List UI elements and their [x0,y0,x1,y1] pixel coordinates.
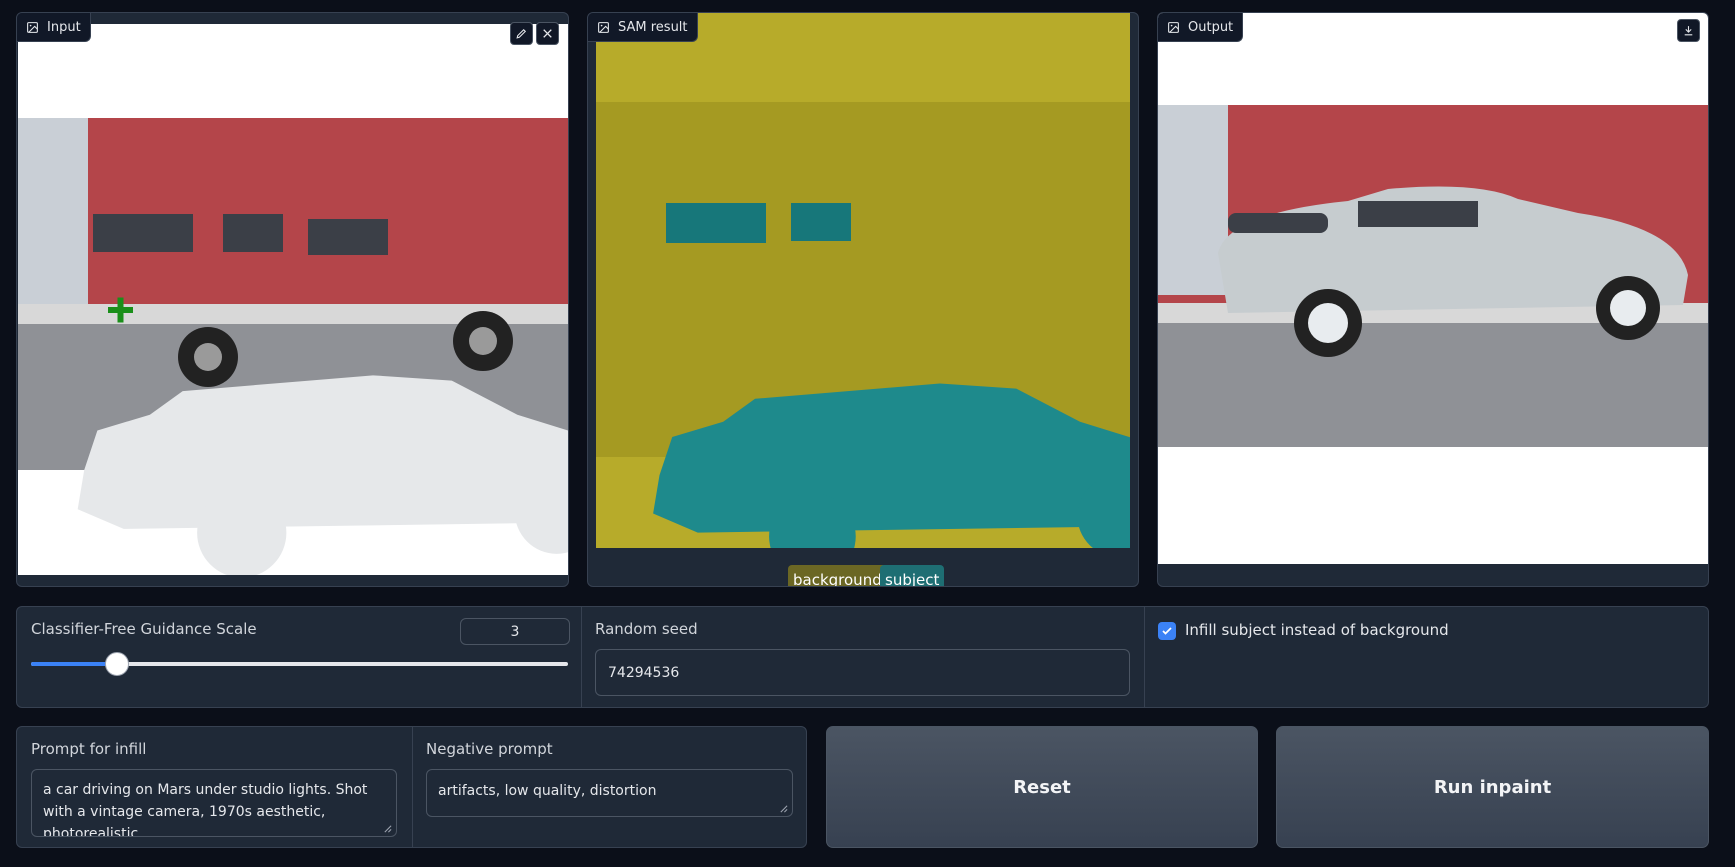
pencil-icon [516,28,527,39]
divider [412,727,413,847]
prompt-label: Prompt for infill [31,740,147,758]
input-photo [18,118,568,575]
sam-result-label: SAM result [588,13,698,42]
legend-subject-tag: subject [880,565,945,586]
output-photo [1158,105,1708,447]
infill-subject-label[interactable]: Infill subject instead of background [1185,621,1449,639]
image-icon [597,21,610,34]
seed-label: Random seed [595,620,698,638]
infill-subject-checkbox[interactable] [1158,622,1176,640]
guidance-number-input[interactable]: 3 [460,618,570,645]
input-label: Input [17,13,91,42]
image-icon [26,21,39,34]
resize-grip-icon[interactable] [383,824,392,833]
run-inpaint-button[interactable]: Run inpaint [1276,726,1709,848]
edit-button[interactable] [510,22,533,45]
seed-input[interactable]: 74294536 [595,649,1130,696]
download-button[interactable] [1677,19,1700,42]
negative-prompt-textarea[interactable]: artifacts, low quality, distortion [426,769,793,817]
guidance-label: Classifier-Free Guidance Scale [31,620,257,638]
checkmark-icon [1162,627,1172,635]
guidance-slider[interactable] [31,652,568,676]
resize-grip-icon[interactable] [779,804,788,813]
divider [581,607,582,707]
clear-button[interactable] [536,22,559,45]
output-label: Output [1158,13,1244,42]
prompt-row: Prompt for infill a car driving on Mars … [16,726,807,848]
sam-mask-image [596,13,1130,548]
close-icon [543,29,552,38]
output-panel: Output [1157,12,1709,587]
input-panel: Input [16,12,569,587]
settings-row: Classifier-Free Guidance Scale 3 Random … [16,606,1709,708]
sam-mask [596,102,1130,548]
prompt-textarea[interactable]: a car driving on Mars under studio light… [31,769,397,837]
divider [1144,607,1145,707]
guidance-slider-thumb[interactable] [104,652,129,676]
legend-background-tag: background [788,565,887,586]
output-image [1158,13,1708,564]
image-icon [1167,21,1180,34]
sam-result-panel: SAM result background subject [587,12,1139,587]
download-icon [1684,26,1693,36]
input-image[interactable] [18,24,568,575]
reset-button[interactable]: Reset [826,726,1258,848]
negative-prompt-label: Negative prompt [426,740,553,758]
